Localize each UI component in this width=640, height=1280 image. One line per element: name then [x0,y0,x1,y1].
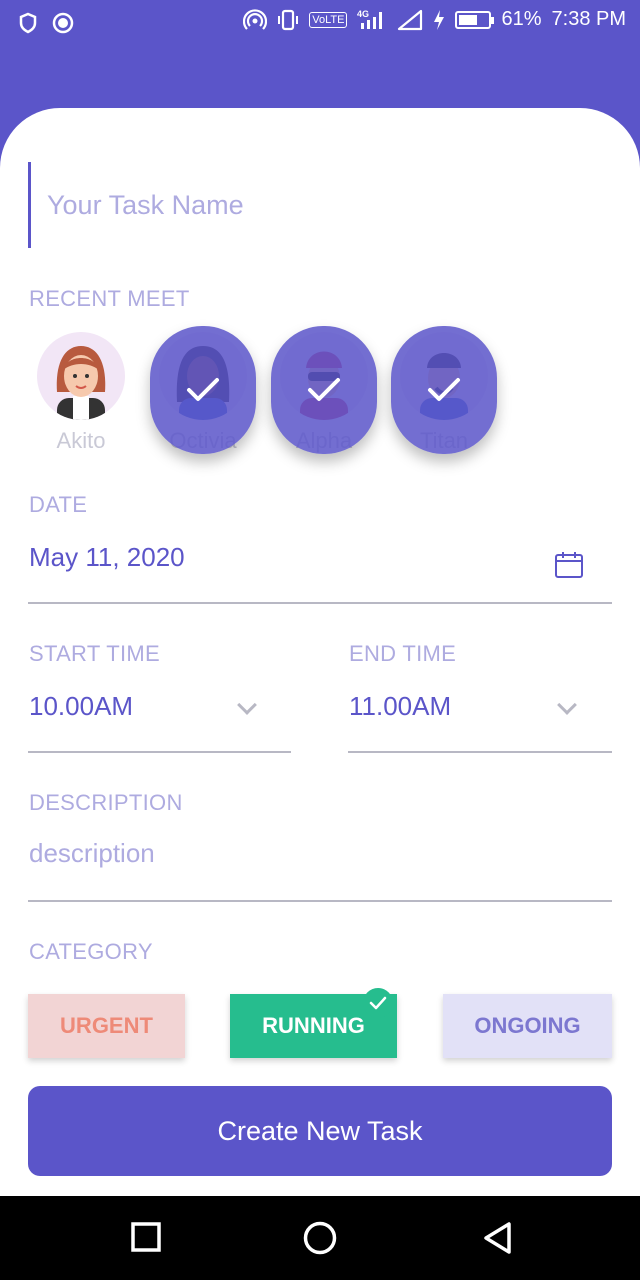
category-running-button[interactable]: RUNNING [230,988,397,1058]
start-time-label: START TIME [29,641,160,666]
start-time-value[interactable]: 10.00AM [29,691,133,722]
charging-icon [434,9,445,30]
shield-icon [19,12,37,34]
recent-meet-label: RECENT MEET [29,286,190,311]
record-icon [52,12,74,34]
task-name-field[interactable] [28,162,612,248]
status-time: 7:38 PM [551,8,626,30]
signal-icon: 4G [357,9,383,29]
avatar-akito[interactable]: Akito [28,332,134,454]
avatar-titan[interactable]: Titan [391,326,497,454]
category-label-text: RUNNING [262,1013,365,1038]
avatar-name: Akito [56,428,106,453]
chevron-down-icon[interactable] [237,695,257,715]
category-label-text: URGENT [60,1013,153,1038]
create-task-button[interactable]: Create New Task [28,1086,612,1176]
category-label-text: ONGOING [474,1013,581,1038]
date-value[interactable]: May 11, 2020 [29,542,185,573]
wifi-signal-icon [398,9,423,30]
selected-overlay [271,326,377,454]
selected-overlay [391,326,497,454]
end-time-label: END TIME [349,641,457,666]
category-label: CATEGORY [29,939,153,964]
start-time-underline [28,751,291,753]
description-label: DESCRIPTION [29,790,183,815]
date-underline [28,602,612,604]
home-icon[interactable] [302,1218,338,1258]
selected-overlay [150,326,256,454]
avatar-alpha[interactable]: Alpha [271,326,377,454]
category-ongoing-button[interactable]: ONGOING [443,994,612,1058]
battery-percent: 61% [501,8,542,30]
check-icon [187,378,219,401]
check-icon [363,988,393,1018]
chevron-down-icon[interactable] [557,695,577,715]
category-urgent-button[interactable]: URGENT [28,994,185,1058]
description-underline [28,900,612,902]
create-task-label: Create New Task [217,1115,423,1146]
task-name-input[interactable] [31,162,612,248]
battery-icon [455,10,495,29]
volte-icon: VoLTE [309,11,348,28]
task-form-card: RECENT MEET Akito Octivia [0,108,640,1196]
avatar-octivia[interactable]: Octivia [150,326,256,454]
system-nav-bar [0,1196,640,1280]
description-input[interactable] [29,838,611,869]
end-time-value[interactable]: 11.00AM [349,691,451,722]
status-bar: VoLTE 4G 61% 7:38 PM [0,0,640,44]
calendar-icon[interactable] [554,550,584,580]
vibrate-icon [278,9,299,30]
avatar [37,332,125,420]
end-time-underline [348,751,612,753]
check-icon [308,378,340,401]
back-icon[interactable] [482,1218,514,1258]
date-label: DATE [29,492,88,517]
check-icon [428,378,460,401]
hotspot-icon [243,8,268,30]
recent-apps-icon[interactable] [130,1218,162,1258]
svg-text:4G: 4G [357,9,369,19]
